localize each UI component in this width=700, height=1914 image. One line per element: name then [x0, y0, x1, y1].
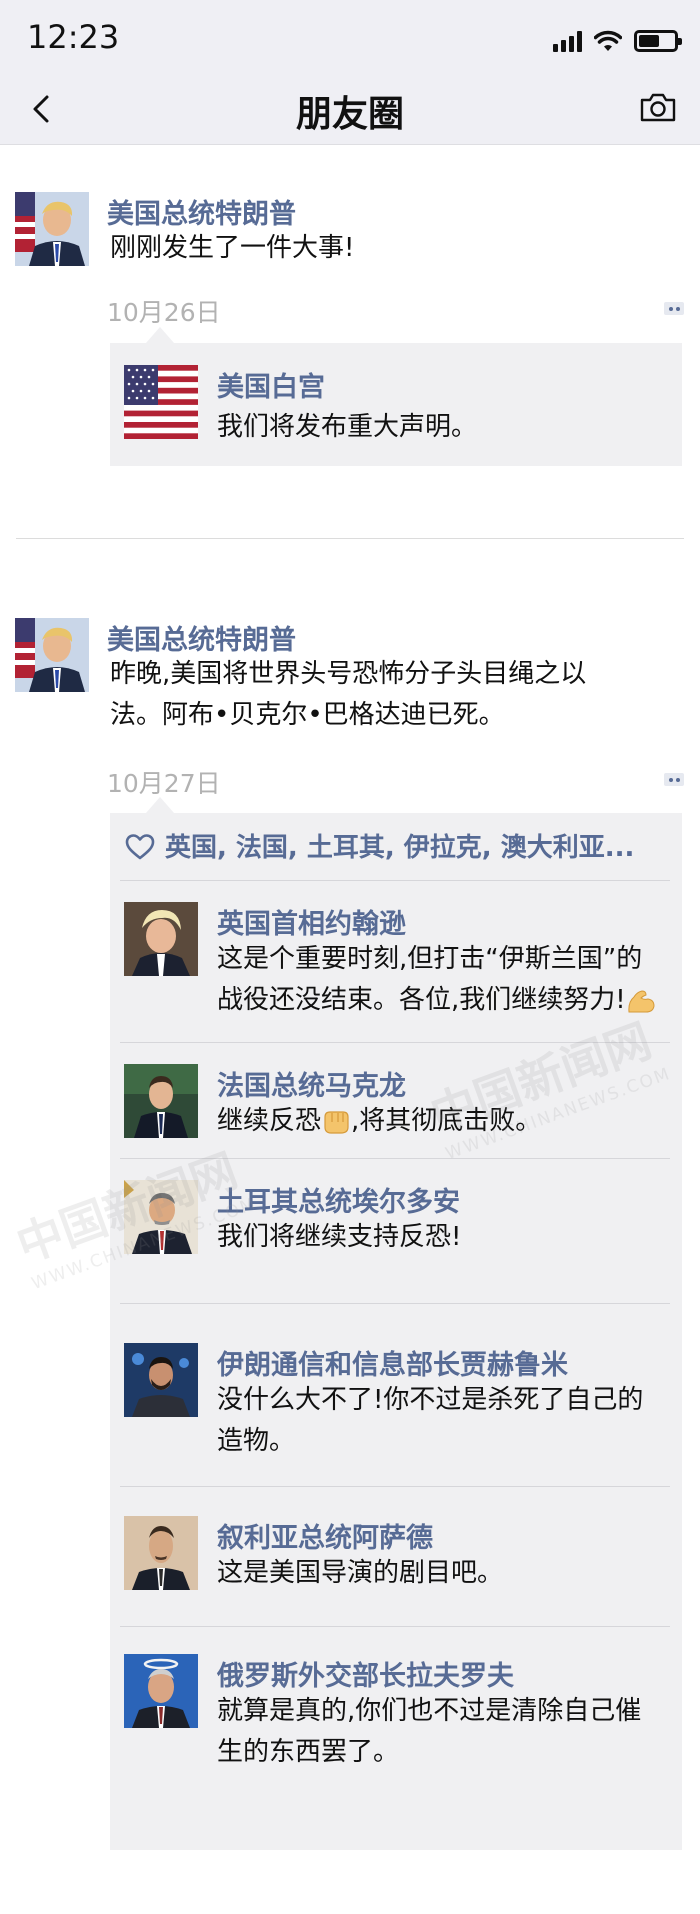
- comment-text: 这是个重要时刻,但打击“伊斯兰国”的 战役还没结束。各位,我们继续努力!: [217, 939, 675, 1021]
- avatar[interactable]: [124, 1343, 198, 1417]
- avatar[interactable]: [124, 1180, 198, 1254]
- comment-line: 继续反恐 ,将其彻底击败。: [217, 1101, 675, 1142]
- post-text-line: 法。阿布•贝克尔•巴格达迪已死。: [110, 700, 505, 730]
- comment-text: 继续反恐 ,将其彻底击败。: [217, 1101, 675, 1142]
- comment-author[interactable]: 土耳其总统埃尔多安: [217, 1180, 460, 1219]
- comment-author[interactable]: 英国首相约翰逊: [217, 902, 406, 941]
- comment-divider: [120, 1486, 670, 1487]
- comment-divider: [120, 1042, 670, 1043]
- comment-item: 叙利亚总统阿萨德 这是美国导演的剧目吧。: [110, 1486, 682, 1626]
- comment-divider: [120, 1626, 670, 1627]
- likes-comments-panel: 英国, 法国, 土耳其, 伊拉克, 澳大利亚... 英国首相约翰逊 这是个重要时…: [110, 797, 682, 1850]
- comment-text: 我们将继续支持反恐!: [217, 1217, 675, 1258]
- more-options-button[interactable]: [664, 773, 684, 786]
- comment-divider: [120, 880, 670, 881]
- comment-divider: [120, 1303, 670, 1304]
- comment-line: 这是美国导演的剧目吧。: [217, 1558, 504, 1588]
- trump-portrait-icon: [15, 618, 89, 692]
- comment-text: 就算是真的,你们也不过是清除自己催 生的东西罢了。: [217, 1691, 675, 1773]
- moment-post: 美国总统特朗普 昨晚,美国将世界头号恐怖分子头目绳之以 法。阿布•贝克尔•巴格达…: [0, 0, 700, 1914]
- comment-item: 伊朗通信和信息部长贾赫鲁米 没什么大不了!你不过是杀死了自己的 造物。: [110, 1303, 682, 1486]
- assad-portrait-icon: [124, 1516, 198, 1590]
- post-text-line: 昨晚,美国将世界头号恐怖分子头目绳之以: [110, 659, 587, 689]
- bubble-arrow: [146, 797, 174, 813]
- comment-item: 法国总统马克龙 继续反恐 ,将其彻底击败。: [110, 1042, 682, 1158]
- likes-row: 英国, 法国, 土耳其, 伊拉克, 澳大利亚...: [110, 813, 682, 881]
- jahromi-portrait-icon: [124, 1343, 198, 1417]
- comment-line-text: ,将其彻底击败。: [351, 1106, 542, 1136]
- comment-author[interactable]: 俄罗斯外交部长拉夫罗夫: [217, 1654, 514, 1693]
- post-text: 昨晚,美国将世界头号恐怖分子头目绳之以 法。阿布•贝克尔•巴格达迪已死。: [110, 654, 680, 736]
- post-time: 10月27日: [107, 769, 221, 798]
- comment-line: 造物。: [217, 1426, 296, 1456]
- comment-item: 英国首相约翰逊 这是个重要时刻,但打击“伊斯兰国”的 战役还没结束。各位,我们继…: [110, 880, 682, 1042]
- avatar[interactable]: [15, 618, 89, 692]
- flexed-biceps-icon: [628, 989, 655, 1012]
- fist-icon: [324, 1110, 349, 1134]
- comment-author[interactable]: 法国总统马克龙: [217, 1064, 406, 1103]
- comment-line-text: 战役还没结束。各位,我们继续努力!: [217, 985, 626, 1015]
- comment-item: 俄罗斯外交部长拉夫罗夫 就算是真的,你们也不过是清除自己催 生的东西罢了。: [110, 1626, 682, 1850]
- avatar[interactable]: [124, 1064, 198, 1138]
- comment-line: 就算是真的,你们也不过是清除自己催: [217, 1696, 642, 1726]
- comment-line-text: 继续反恐: [217, 1106, 322, 1136]
- comment-text: 这是美国导演的剧目吧。: [217, 1553, 675, 1594]
- comment-author[interactable]: 伊朗通信和信息部长贾赫鲁米: [217, 1343, 568, 1382]
- comment-line: 生的东西罢了。: [217, 1737, 400, 1767]
- comment-author[interactable]: 叙利亚总统阿萨德: [217, 1516, 433, 1555]
- comment-line: 我们将继续支持反恐!: [217, 1222, 462, 1252]
- comment-line: 战役还没结束。各位,我们继续努力!: [217, 980, 675, 1021]
- avatar[interactable]: [124, 1654, 198, 1728]
- avatar[interactable]: [124, 1516, 198, 1590]
- avatar[interactable]: [124, 902, 198, 976]
- likes-list[interactable]: 英国, 法国, 土耳其, 伊拉克, 澳大利亚...: [165, 827, 634, 864]
- johnson-portrait-icon: [124, 902, 198, 976]
- comment-item: 土耳其总统埃尔多安 我们将继续支持反恐!: [110, 1158, 682, 1303]
- lavrov-portrait-icon: [124, 1654, 198, 1728]
- comment-divider: [120, 1158, 670, 1159]
- comment-text: 没什么大不了!你不过是杀死了自己的 造物。: [217, 1380, 675, 1462]
- macron-portrait-icon: [124, 1064, 198, 1138]
- comment-line: 这是个重要时刻,但打击“伊斯兰国”的: [217, 944, 643, 974]
- erdogan-portrait-icon: [124, 1180, 198, 1254]
- comment-line: 没什么大不了!你不过是杀死了自己的: [217, 1385, 644, 1415]
- heart-icon: [125, 834, 155, 860]
- post-author[interactable]: 美国总统特朗普: [107, 618, 296, 657]
